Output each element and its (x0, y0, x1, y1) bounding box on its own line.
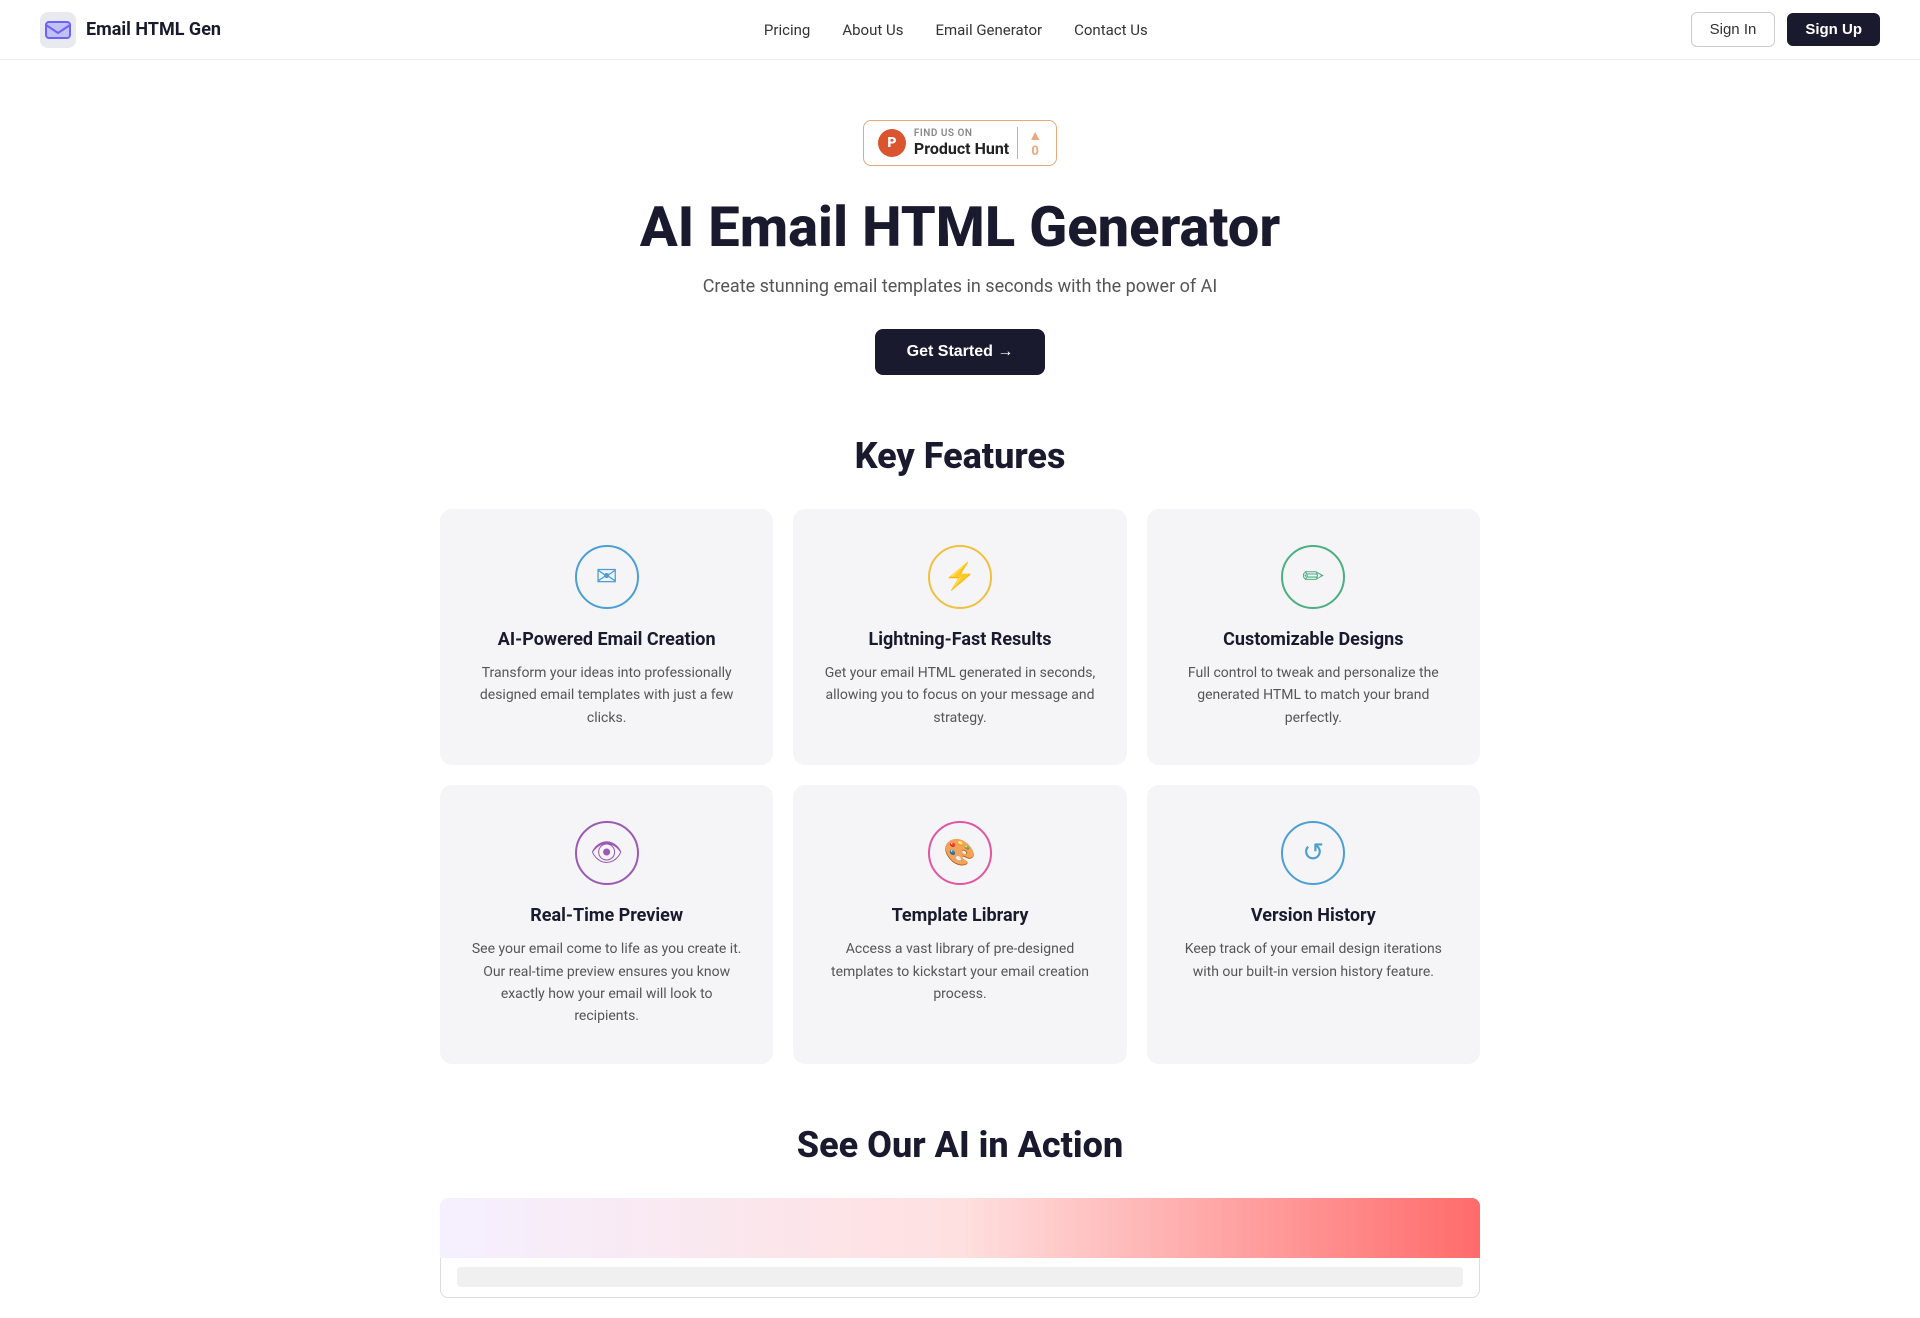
ph-logo-icon: P (878, 129, 906, 157)
ph-vote-arrow: ▲ (1028, 127, 1042, 144)
action-section: See Our AI in Action (0, 1104, 1920, 1318)
hero-title: AI Email HTML Generator (20, 194, 1900, 260)
feature-card-history: ↺ Version History Keep track of your ema… (1147, 785, 1480, 1064)
feature-title-library: Template Library (821, 905, 1098, 926)
feature-desc-custom: Full control to tweak and personalize th… (1175, 662, 1452, 729)
get-started-button[interactable]: Get Started → (875, 329, 1046, 375)
logo-text: Email HTML Gen (86, 19, 221, 40)
hero-section: P FIND US ON Product Hunt ▲ 0 AI Email H… (0, 60, 1920, 415)
ai-email-icon: ✉ (575, 545, 639, 609)
feature-title-preview: Real-Time Preview (468, 905, 745, 926)
demo-bar (440, 1198, 1480, 1258)
action-demo (410, 1198, 1510, 1298)
nav-actions: Sign In Sign Up (1691, 12, 1880, 47)
feature-title-custom: Customizable Designs (1175, 629, 1452, 650)
signin-button[interactable]: Sign In (1691, 12, 1776, 47)
nav-links: Pricing About Us Email Generator Contact… (764, 21, 1148, 39)
nav-contact[interactable]: Contact Us (1074, 21, 1148, 39)
feature-title-fast: Lightning-Fast Results (821, 629, 1098, 650)
nav-email-generator[interactable]: Email Generator (935, 21, 1042, 39)
demo-input-area[interactable] (440, 1258, 1480, 1298)
feature-desc-fast: Get your email HTML generated in seconds… (821, 662, 1098, 729)
ph-text-block: FIND US ON Product Hunt (914, 128, 1009, 158)
demo-input-stub (457, 1267, 1463, 1287)
features-grid: ✉ AI-Powered Email Creation Transform yo… (410, 509, 1510, 1104)
ph-vote: ▲ 0 (1017, 127, 1042, 159)
feature-desc-library: Access a vast library of pre-designed te… (821, 938, 1098, 1005)
feature-title-history: Version History (1175, 905, 1452, 926)
feature-desc-history: Keep track of your email design iteratio… (1175, 938, 1452, 983)
preview-icon: 👁 (575, 821, 639, 885)
ph-name: Product Hunt (914, 139, 1009, 158)
signup-button[interactable]: Sign Up (1787, 13, 1880, 46)
template-library-icon: 🎨 (928, 821, 992, 885)
features-title: Key Features (0, 415, 1920, 477)
product-hunt-badge[interactable]: P FIND US ON Product Hunt ▲ 0 (863, 120, 1057, 166)
feature-desc-ai: Transform your ideas into professionally… (468, 662, 745, 729)
feature-desc-preview: See your email come to life as you creat… (468, 938, 745, 1028)
logo-link[interactable]: Email HTML Gen (40, 12, 221, 48)
action-title: See Our AI in Action (0, 1104, 1920, 1166)
navbar: Email HTML Gen Pricing About Us Email Ge… (0, 0, 1920, 60)
feature-title-ai: AI-Powered Email Creation (468, 629, 745, 650)
feature-card-library: 🎨 Template Library Access a vast library… (793, 785, 1126, 1064)
ph-vote-count: 0 (1031, 144, 1038, 159)
feature-card-ai: ✉ AI-Powered Email Creation Transform yo… (440, 509, 773, 765)
version-history-icon: ↺ (1281, 821, 1345, 885)
feature-card-preview: 👁 Real-Time Preview See your email come … (440, 785, 773, 1064)
logo-icon (40, 12, 76, 48)
lightning-icon: ⚡ (928, 545, 992, 609)
nav-about[interactable]: About Us (842, 21, 903, 39)
ph-find-text: FIND US ON (914, 128, 1009, 139)
hero-subtitle: Create stunning email templates in secon… (20, 276, 1900, 297)
customizable-icon: ✏ (1281, 545, 1345, 609)
feature-card-fast: ⚡ Lightning-Fast Results Get your email … (793, 509, 1126, 765)
nav-pricing[interactable]: Pricing (764, 21, 810, 39)
feature-card-custom: ✏ Customizable Designs Full control to t… (1147, 509, 1480, 765)
features-section: Key Features ✉ AI-Powered Email Creation… (0, 415, 1920, 1104)
